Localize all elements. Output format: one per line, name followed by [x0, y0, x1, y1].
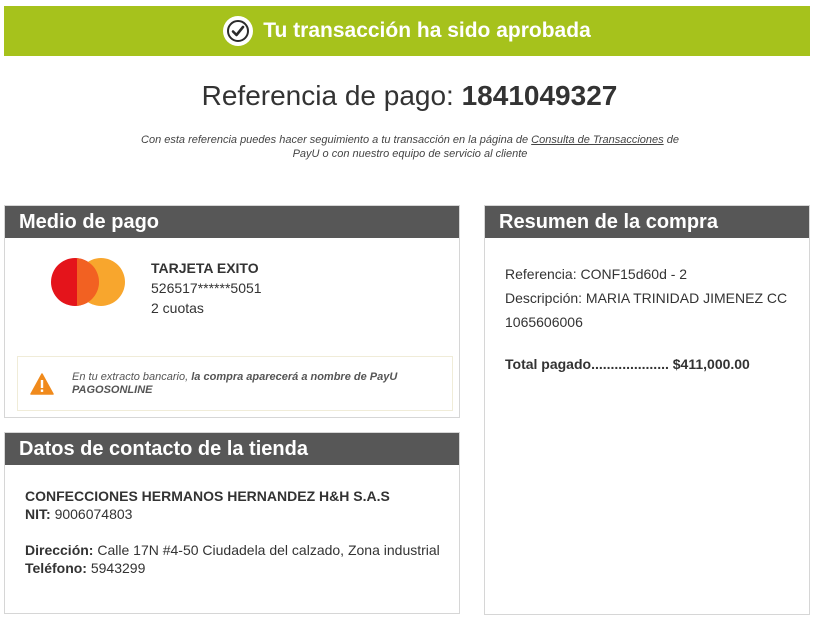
store-contact-body: CONFECCIONES HERMANOS HERNANDEZ H&H S.A.… — [5, 465, 459, 577]
address-value: Calle 17N #4-50 Ciudadela del calzado, Z… — [97, 542, 440, 558]
store-nit: NIT: 9006074803 — [25, 505, 459, 523]
summary-reference-value: CONF15d60d - 2 — [580, 266, 688, 282]
total-row: Total pagado.................... $411,00… — [505, 352, 809, 376]
card-row: TARJETA EXITO 526517******5051 2 cuotas — [5, 238, 459, 338]
purchase-summary-panel: Resumen de la compra Referencia: CONF15d… — [484, 205, 810, 615]
payment-method-panel: Medio de pago TARJETA EXITO 526517******… — [4, 205, 460, 418]
check-circle-icon — [223, 16, 254, 46]
phone-label: Teléfono: — [25, 560, 87, 576]
purchase-summary-body: Referencia: CONF15d60d - 2 Descripción: … — [485, 238, 809, 376]
summary-reference-label: Referencia: — [505, 266, 577, 282]
page-title: Referencia de pago: 1841049327 — [0, 80, 819, 112]
note-text-before: Con esta referencia puedes hacer seguimi… — [141, 134, 529, 146]
summary-description: Descripción: MARIA TRINIDAD JIMENEZ CC 1… — [505, 286, 795, 334]
reference-label: Referencia de pago: — [201, 80, 454, 111]
total-value: $411,000.00 — [672, 356, 750, 372]
mastercard-logo — [51, 258, 125, 306]
bank-statement-notice: En tu extracto bancario, la compra apare… — [17, 356, 453, 411]
store-contact-header: Datos de contacto de la tienda — [5, 433, 459, 465]
card-name: TARJETA EXITO — [151, 260, 259, 276]
purchase-summary-header: Resumen de la compra — [485, 206, 809, 238]
nit-value: 9006074803 — [54, 506, 133, 522]
summary-reference: Referencia: CONF15d60d - 2 — [505, 262, 809, 286]
store-name: CONFECCIONES HERMANOS HERNANDEZ H&H S.A.… — [25, 488, 390, 504]
store-contact-panel: Datos de contacto de la tienda CONFECCIO… — [4, 432, 460, 614]
store-address: Dirección: Calle 17N #4-50 Ciudadela del… — [25, 541, 445, 559]
approval-banner: Tu transacción ha sido aprobada — [4, 6, 810, 56]
reference-number: 1841049327 — [461, 80, 618, 111]
card-info: TARJETA EXITO 526517******5051 2 cuotas — [151, 258, 262, 318]
reference-note: Con esta referencia puedes hacer seguimi… — [140, 133, 680, 161]
store-phone: Teléfono: 5943299 — [25, 559, 459, 577]
payment-method-header: Medio de pago — [5, 206, 459, 238]
installments: 2 cuotas — [151, 300, 204, 316]
banner-text: Tu transacción ha sido aprobada — [263, 19, 591, 42]
address-label: Dirección: — [25, 542, 94, 558]
consulta-transacciones-link[interactable]: Consulta de Transacciones — [531, 134, 663, 146]
nit-label: NIT: — [25, 506, 51, 522]
card-number: 526517******5051 — [151, 280, 262, 296]
warning-icon — [30, 373, 54, 395]
summary-description-label: Descripción: — [505, 290, 583, 306]
phone-value: 5943299 — [90, 560, 146, 576]
total-label: Total pagado.................... — [505, 356, 669, 372]
notice-prefix: En tu extracto bancario, — [72, 370, 189, 383]
